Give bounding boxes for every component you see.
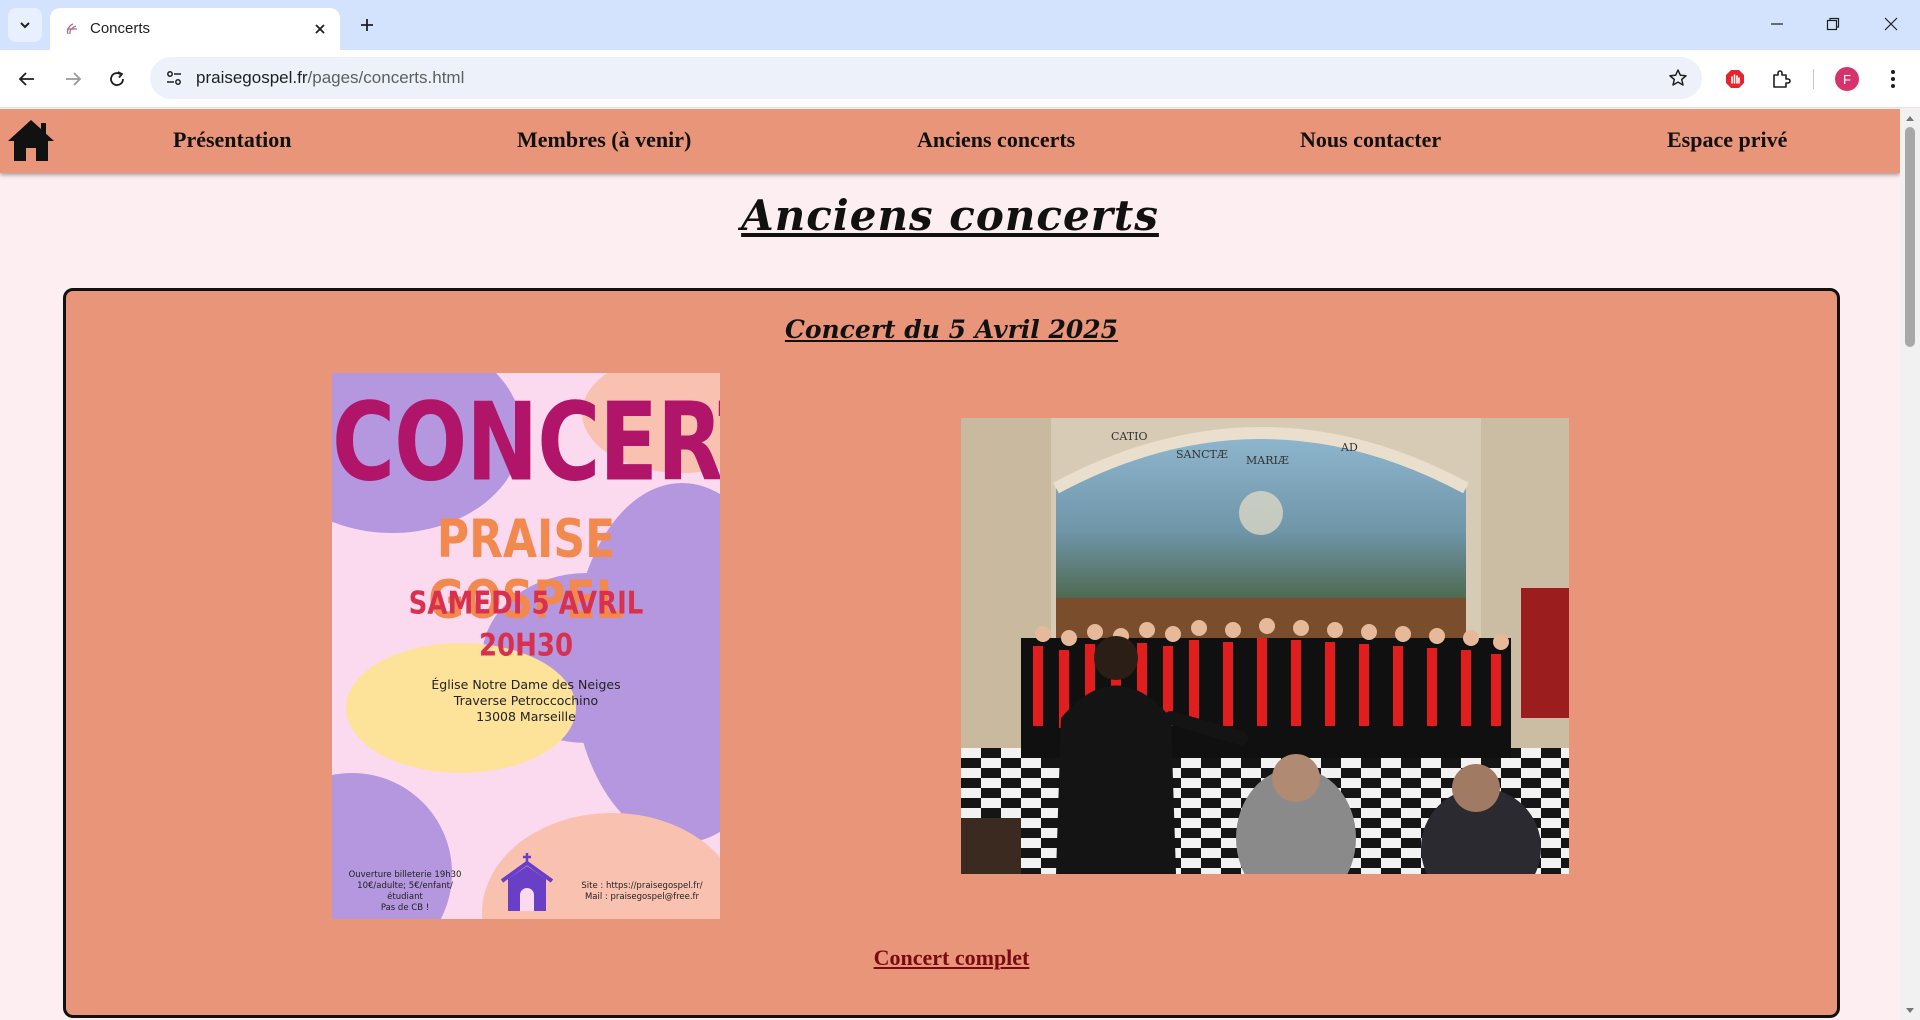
concert-card: Concert du 5 Avril 2025 CONCERT PRAISE G…	[63, 288, 1840, 1018]
scroll-down-arrow-icon[interactable]	[1905, 1006, 1915, 1016]
poster-address: Église Notre Dame des Neiges Traverse Pe…	[332, 677, 720, 725]
adblock-extension-icon[interactable]	[1718, 62, 1752, 96]
new-tab-button[interactable]	[352, 10, 382, 40]
nav-item-presentation[interactable]: Présentation	[173, 127, 292, 153]
kebab-menu-icon	[1891, 70, 1895, 88]
poster-ticket-info: Ouverture billeterie 19h30 10€/adulte; 5…	[340, 870, 470, 914]
nav-item-espace-prive[interactable]: Espace privé	[1667, 127, 1787, 153]
poster-time: 20H30	[478, 628, 574, 664]
tab-title: Concerts	[90, 20, 151, 37]
arrow-left-icon	[18, 72, 34, 86]
extensions-puzzle-icon[interactable]	[1764, 62, 1798, 96]
dome-inscription: SANCTÆ	[1176, 448, 1228, 461]
site-favicon-icon	[66, 23, 77, 35]
poster-ticket-line: 10€/adulte; 5€/enfant/étudiant	[357, 881, 453, 902]
poster-headline: CONCERT	[332, 380, 720, 506]
poster-contact-line: Site : https://praisegospel.fr/	[581, 881, 703, 891]
active-tab[interactable]: Concerts	[50, 8, 340, 50]
nav-item-membres[interactable]: Membres (à venir)	[517, 127, 691, 153]
reload-icon	[110, 71, 124, 86]
plus-icon	[361, 19, 373, 31]
page-viewport: Présentation Membres (à venir) Anciens c…	[0, 109, 1900, 1020]
choir-photo-image: SANCTÆ MARIÆ CATIO AD	[961, 418, 1569, 874]
dome-inscription: MARIÆ	[1246, 454, 1289, 467]
home-icon[interactable]	[6, 117, 56, 163]
nav-item-contact[interactable]: Nous contacter	[1300, 127, 1441, 153]
poster-ticket-line: Pas de CB !	[380, 903, 430, 913]
close-tab-icon[interactable]	[310, 19, 330, 39]
church-icon	[500, 853, 554, 911]
concert-title: Concert du 5 Avril 2025	[784, 315, 1119, 344]
poster-contact-line: Mail : praisegospel@free.fr	[584, 892, 700, 902]
poster-contact-info: Site : https://praisegospel.fr/ Mail : p…	[572, 881, 712, 903]
back-button[interactable]	[10, 62, 44, 96]
poster-date: SAMEDI 5 AVRIL	[408, 586, 644, 622]
browser-menu-button[interactable]	[1876, 62, 1910, 96]
poster-ticket-line: Ouverture billeterie 19h30	[348, 870, 462, 880]
site-info-icon[interactable]	[160, 64, 188, 92]
restore-button[interactable]	[1810, 6, 1856, 42]
close-window-button[interactable]	[1868, 6, 1914, 42]
reload-button[interactable]	[100, 62, 134, 96]
bookmark-star-icon[interactable]	[1666, 66, 1690, 90]
dome-inscription: AD	[1340, 441, 1358, 454]
poster-address-line: 13008 Marseille	[476, 709, 576, 724]
tab-search-button[interactable]	[8, 8, 42, 42]
browser-toolbar: praisegospel.fr/pages/concerts.html F	[0, 50, 1920, 108]
profile-button[interactable]: F	[1830, 62, 1864, 96]
concert-complet-link[interactable]: Concert complet	[66, 945, 1837, 971]
nav-item-anciens-concerts[interactable]: Anciens concerts	[917, 127, 1075, 153]
dome-inscription: CATIO	[1111, 430, 1147, 443]
poster-address-line: Traverse Petroccochino	[453, 693, 599, 708]
page-title: Anciens concerts	[741, 191, 1159, 240]
minimize-icon	[1771, 23, 1783, 25]
page-scrollbar[interactable]	[1900, 109, 1920, 1020]
toolbar-separator	[1813, 69, 1814, 89]
scrollbar-thumb[interactable]	[1905, 127, 1915, 347]
choir-photo-illustration: SANCTÆ MARIÆ CATIO AD	[961, 418, 1569, 874]
url-path: /pages/concerts.html	[307, 68, 465, 87]
address-bar[interactable]: praisegospel.fr/pages/concerts.html	[150, 57, 1702, 99]
url-text: praisegospel.fr/pages/concerts.html	[196, 68, 464, 88]
site-navigation: Présentation Membres (à venir) Anciens c…	[0, 109, 1900, 173]
avatar: F	[1835, 67, 1859, 91]
arrow-right-icon	[66, 72, 82, 86]
minimize-button[interactable]	[1754, 6, 1800, 42]
poster-address-line: Église Notre Dame des Neiges	[431, 677, 621, 692]
restore-icon	[1826, 17, 1840, 31]
browser-tab-strip: Concerts	[0, 0, 1920, 50]
url-host: praisegospel.fr	[196, 68, 308, 87]
scroll-up-arrow-icon[interactable]	[1905, 113, 1915, 123]
close-icon	[1884, 17, 1898, 31]
forward-button[interactable]	[56, 62, 90, 96]
concert-poster-image: CONCERT PRAISE GOSPEL SAMEDI 5 AVRIL 20H…	[332, 373, 720, 919]
chevron-down-icon	[20, 22, 30, 29]
